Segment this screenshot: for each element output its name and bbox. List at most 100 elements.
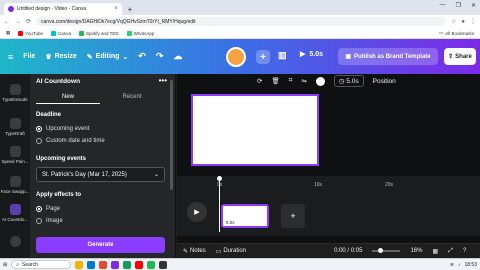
search-icon: ⌕ bbox=[16, 261, 20, 268]
rail-item-ai-countdown[interactable]: AI Countdo... bbox=[0, 204, 30, 222]
add-page-button[interactable]: + bbox=[281, 204, 305, 228]
star-icon[interactable]: ☆ bbox=[451, 18, 456, 25]
duration-button[interactable]: ◷ 5.0s bbox=[333, 75, 364, 87]
avatar[interactable] bbox=[226, 47, 246, 67]
panel-scrollbar[interactable] bbox=[170, 80, 173, 190]
taskbar-app-icon[interactable] bbox=[75, 260, 84, 269]
window-controls: — ❐ ✕ bbox=[440, 2, 476, 9]
browser-tab[interactable]: Untitled design - Video - Canva × bbox=[4, 3, 122, 15]
notes-button[interactable]: ✎ Notes bbox=[183, 248, 206, 255]
bookmark-canva[interactable]: Canva bbox=[50, 30, 71, 36]
menu-icon[interactable]: ⋮ bbox=[470, 18, 476, 25]
apps-icon[interactable]: ▦ bbox=[6, 30, 10, 36]
position-button[interactable]: Position bbox=[373, 78, 396, 85]
rail-item-speed-paint[interactable]: Speed Pain... bbox=[0, 146, 30, 164]
browser-tab-bar: Untitled design - Video - Canva × + — ❐ … bbox=[0, 0, 480, 15]
insights-chart-icon[interactable]: ▥ bbox=[278, 50, 287, 61]
editor-bottom-bar: ✎ Notes ▭ Duration 0:00 / 0:05 16% ▦ ⤢ ? bbox=[177, 243, 480, 258]
clock-text[interactable]: 18:53 bbox=[464, 262, 477, 268]
publish-brand-template-button[interactable]: ▣ Publish as Brand Template bbox=[338, 48, 438, 65]
folder-icon: ▭ bbox=[438, 30, 444, 35]
taskbar-app-icon[interactable] bbox=[135, 260, 144, 269]
radio-page[interactable]: Page bbox=[36, 206, 60, 212]
radio-custom-date[interactable]: Custom date and time bbox=[36, 138, 105, 144]
rail-item-magic[interactable] bbox=[0, 236, 30, 247]
close-window-icon[interactable]: ✕ bbox=[471, 2, 476, 9]
redo-icon[interactable]: ↷ bbox=[156, 51, 164, 62]
add-collaborator-button[interactable]: + bbox=[256, 50, 270, 64]
zoom-slider[interactable] bbox=[372, 248, 401, 253]
fullscreen-icon[interactable]: ⤢ bbox=[448, 248, 453, 255]
bookmark-spotify[interactable]: Spotify and TED bbox=[78, 30, 119, 36]
back-icon[interactable]: ← bbox=[4, 19, 10, 25]
maximize-icon[interactable]: ❐ bbox=[456, 2, 461, 9]
typeextrude-icon bbox=[9, 84, 21, 95]
playhead-handle[interactable] bbox=[217, 176, 222, 181]
taskbar-app-icon[interactable] bbox=[111, 260, 120, 269]
tab-new[interactable]: New bbox=[36, 92, 100, 104]
radio-upcoming-event[interactable]: Upcoming event bbox=[36, 126, 89, 132]
taskbar-app-icon[interactable] bbox=[147, 260, 156, 269]
taskbar-app-icon[interactable] bbox=[87, 260, 96, 269]
color-swatch[interactable] bbox=[315, 76, 325, 86]
file-menu[interactable]: File bbox=[23, 53, 35, 60]
deadline-label: Deadline bbox=[36, 112, 62, 118]
new-tab-button[interactable]: + bbox=[124, 3, 136, 15]
forward-icon[interactable]: → bbox=[15, 19, 21, 25]
more-options-icon[interactable]: ••• bbox=[159, 76, 167, 85]
minimize-icon[interactable]: — bbox=[440, 2, 446, 9]
grid-view-icon[interactable]: ▦ bbox=[432, 248, 438, 255]
zoom-slider-thumb[interactable] bbox=[378, 248, 384, 253]
timeline-ruler: 0s 10s 20s bbox=[177, 180, 480, 190]
windows-start-icon[interactable]: ⊞ bbox=[3, 262, 7, 268]
all-bookmarks[interactable]: ▭ All Bookmarks bbox=[439, 30, 474, 36]
timeline-clip[interactable]: 5.0s bbox=[221, 204, 269, 228]
chevron-down-icon: ⌄ bbox=[122, 53, 129, 61]
refresh-icon[interactable]: ⟳ bbox=[257, 77, 262, 85]
hamburger-menu-icon[interactable]: ≡ bbox=[8, 52, 13, 62]
rail-item-typedraft[interactable]: TypeDraft bbox=[0, 118, 30, 136]
canva-favicon-icon bbox=[8, 6, 14, 12]
rail-item-typeextrude[interactable]: TypeExtrude bbox=[0, 84, 30, 102]
wifi-icon[interactable]: ≋ bbox=[450, 262, 454, 268]
tab-recent[interactable]: Recent bbox=[100, 92, 164, 104]
profile-icon[interactable]: ● bbox=[461, 19, 465, 25]
share-icon: ⇪ bbox=[448, 54, 454, 60]
cloud-icon[interactable]: ☁ bbox=[173, 51, 182, 62]
spotify-icon bbox=[78, 30, 84, 36]
editing-mode-button[interactable]: ✎ Editing ⌄ bbox=[87, 53, 128, 61]
taskbar-app-icon[interactable] bbox=[99, 260, 108, 269]
bookmark-youtube[interactable]: YouTube bbox=[18, 30, 43, 36]
generate-button[interactable]: Generate bbox=[36, 237, 165, 253]
rail-item-face-swap[interactable]: Face Swapp... bbox=[0, 176, 30, 194]
play-preview-button[interactable]: ▶ 5.0s bbox=[300, 50, 323, 59]
radio-image[interactable]: Image bbox=[36, 218, 63, 224]
flip-icon[interactable]: ⇋ bbox=[301, 77, 306, 85]
undo-icon[interactable]: ↶ bbox=[138, 51, 146, 62]
playhead[interactable] bbox=[219, 178, 220, 232]
canva-icon bbox=[50, 30, 56, 36]
crop-icon[interactable]: ⌗ bbox=[289, 77, 293, 85]
taskbar-search[interactable]: ⌕ Search bbox=[11, 260, 72, 269]
taskbar-app-icon[interactable] bbox=[123, 260, 132, 269]
share-button[interactable]: ⇪ Share bbox=[444, 48, 476, 65]
radio-off-icon bbox=[36, 138, 42, 144]
volume-icon[interactable]: ♪ bbox=[458, 262, 461, 268]
timeline-play-button[interactable]: ▶ bbox=[187, 202, 207, 222]
reload-icon[interactable]: ⟳ bbox=[26, 18, 31, 25]
editor-header: ≡ File ♛ Resize ✎ Editing ⌄ ↶ ↷ ☁ + ▥ ▶ 5.0s… bbox=[0, 39, 480, 74]
duration-toggle[interactable]: ▭ Duration bbox=[216, 248, 246, 255]
zoom-level[interactable]: 16% bbox=[410, 248, 422, 254]
help-icon[interactable]: ? bbox=[463, 248, 466, 254]
context-toolbar: ⟳ 🗑 ⌗ ⇋ ◷ 5.0s Position bbox=[257, 74, 396, 88]
taskbar-app-icon[interactable] bbox=[159, 260, 168, 269]
ai-countdown-panel: AI Countdown ••• New Recent Deadline Upc… bbox=[30, 74, 176, 258]
url-input[interactable]: canva.com/design/DAGHiDk7ecg/VqQGHvSzmT0… bbox=[36, 17, 446, 26]
trash-icon[interactable]: 🗑 bbox=[271, 77, 279, 85]
tab-close-icon[interactable]: × bbox=[114, 6, 118, 12]
resize-button[interactable]: ♛ Resize bbox=[45, 53, 76, 61]
design-page[interactable] bbox=[191, 94, 319, 166]
upcoming-events-select[interactable]: St. Patrick's Day (Mar 17, 2025) ⌄ bbox=[36, 167, 165, 182]
bookmark-whatsapp[interactable]: WhatsApp bbox=[126, 30, 154, 36]
playback-time: 0:00 / 0:05 bbox=[334, 248, 363, 254]
